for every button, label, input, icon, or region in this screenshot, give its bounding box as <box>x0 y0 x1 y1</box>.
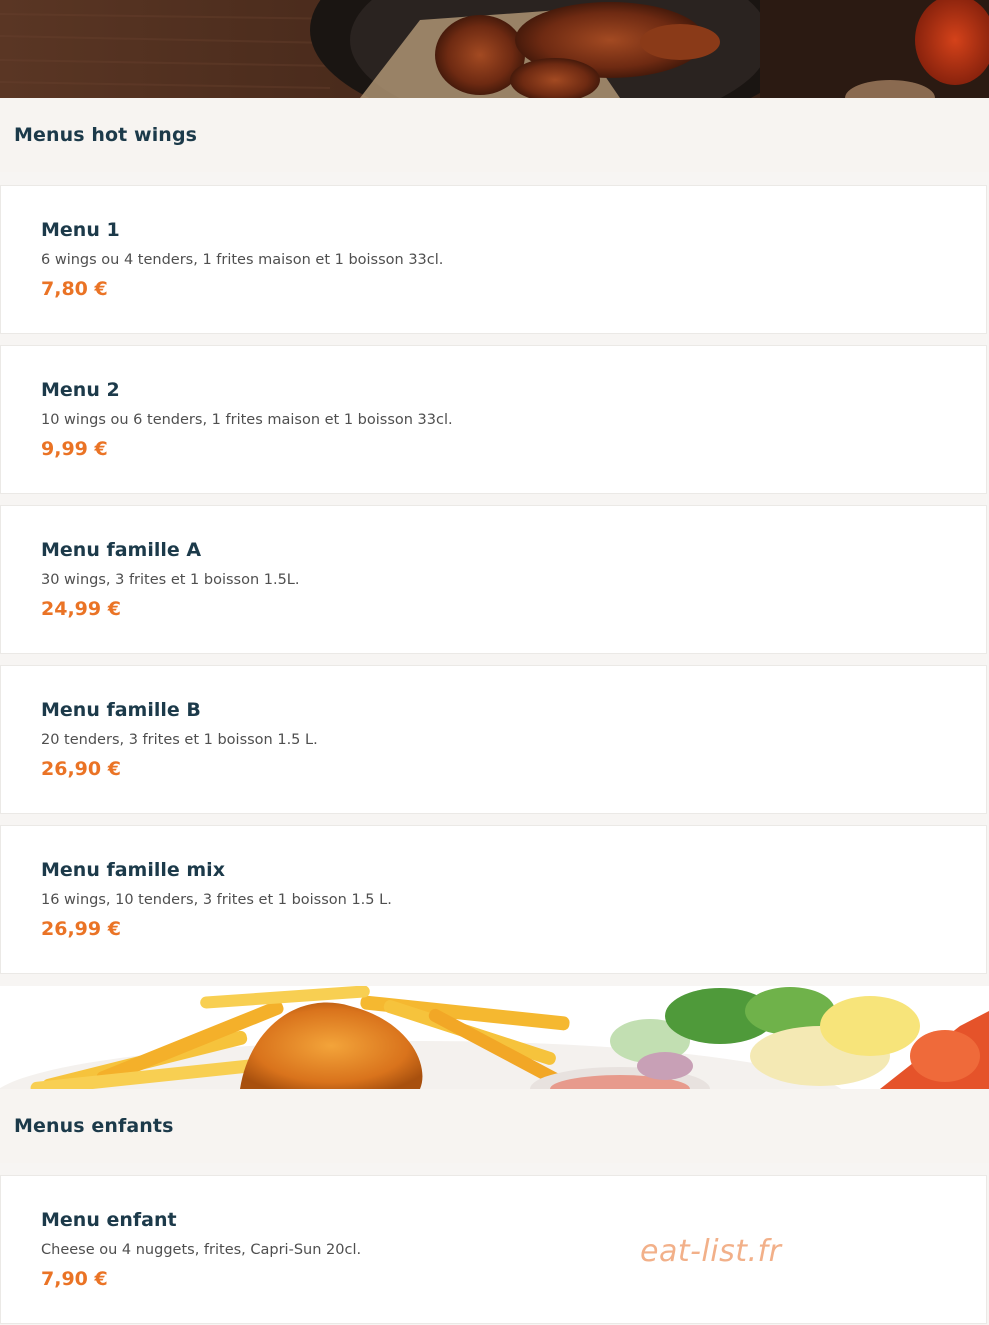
menu-item-card[interactable]: Menu enfant Cheese ou 4 nuggets, frites,… <box>0 1175 987 1324</box>
menu-item-price: 24,99 € <box>41 598 121 620</box>
menu-item-price: 7,80 € <box>41 278 108 300</box>
menu-item-description: 20 tenders, 3 frites et 1 boisson 1.5 L. <box>41 732 318 748</box>
menu-item-price: 7,90 € <box>41 1268 108 1290</box>
menu-item-name: Menu 2 <box>41 379 120 401</box>
menu-item-name: Menu 1 <box>41 219 120 241</box>
section-title: Menus hot wings <box>14 124 198 146</box>
watermark: eat-list.fr <box>640 1234 782 1269</box>
section-header-kids: Menus enfants <box>0 1089 989 1163</box>
menu-item-card[interactable]: Menu famille B 20 tenders, 3 frites et 1… <box>0 665 987 814</box>
menu-item-card[interactable]: Menu famille A 30 wings, 3 frites et 1 b… <box>0 505 987 654</box>
menu-item-description: 6 wings ou 4 tenders, 1 frites maison et… <box>41 252 444 268</box>
section-header-hot-wings: Menus hot wings <box>0 98 989 172</box>
menu-item-description: 10 wings ou 6 tenders, 1 frites maison e… <box>41 412 453 428</box>
menu-item-card[interactable]: Menu famille mix 16 wings, 10 tenders, 3… <box>0 825 987 974</box>
menu-item-card[interactable]: Menu 2 10 wings ou 6 tenders, 1 frites m… <box>0 345 987 494</box>
kids-menu-banner-image <box>0 986 989 1089</box>
menu-item-name: Menu famille A <box>41 539 202 561</box>
menu-item-price: 26,90 € <box>41 758 121 780</box>
menu-item-description: 16 wings, 10 tenders, 3 frites et 1 bois… <box>41 892 392 908</box>
menu-item-card[interactable]: Menu 1 6 wings ou 4 tenders, 1 frites ma… <box>0 185 987 334</box>
menu-item-name: Menu enfant <box>41 1209 177 1231</box>
menu-item-description: Cheese ou 4 nuggets, frites, Capri-Sun 2… <box>41 1242 362 1258</box>
section-title: Menus enfants <box>14 1115 174 1137</box>
menu-item-description: 30 wings, 3 frites et 1 boisson 1.5L. <box>41 572 300 588</box>
hot-wings-banner-image <box>0 0 989 98</box>
menu-item-price: 26,99 € <box>41 918 121 940</box>
menu-item-name: Menu famille mix <box>41 859 225 881</box>
menu-item-name: Menu famille B <box>41 699 201 721</box>
menu-item-price: 9,99 € <box>41 438 108 460</box>
